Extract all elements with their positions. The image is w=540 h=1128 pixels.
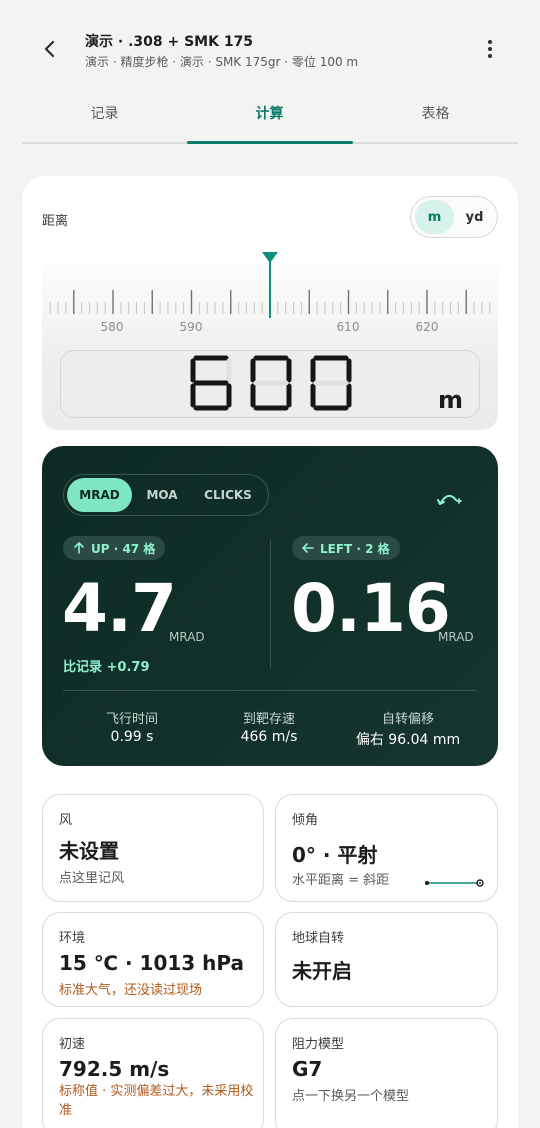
stat-value: 0.99 s bbox=[110, 729, 154, 745]
more-vert-icon[interactable] bbox=[474, 33, 506, 65]
card-label: 倾角 bbox=[292, 813, 319, 828]
divider bbox=[63, 690, 477, 691]
stat-label: 飞行时间 bbox=[105, 712, 158, 727]
distance-value-digits bbox=[190, 355, 352, 411]
card-value: 未开启 bbox=[292, 959, 352, 983]
muzzle-velocity-card[interactable]: 初速 792.5 m/s 标称值 · 实测偏差过大，未采用校准 bbox=[42, 1018, 264, 1128]
stat-flight-time: 飞行时间 0.99 s bbox=[57, 708, 207, 745]
card-hint: 标准大气，还没读过现场 bbox=[59, 983, 203, 998]
environment-card[interactable]: 环境 15 ℃ · 1013 hPa 标准大气，还没读过现场 bbox=[42, 912, 264, 1007]
windage-value: 0.16 bbox=[291, 570, 451, 647]
card-label: 环境 bbox=[59, 931, 86, 946]
tab-calculate[interactable]: 计算 bbox=[187, 84, 352, 142]
elevation-delta: 比记录 +0.79 bbox=[63, 660, 150, 675]
windage-chip-label: LEFT · 2 格 bbox=[320, 541, 390, 556]
elevation-chip-label: UP · 47 格 bbox=[91, 541, 156, 556]
ruler-label: 620 bbox=[416, 320, 439, 334]
ruler-label: 580 bbox=[101, 320, 124, 334]
wind-card[interactable]: 风 未设置 点这里记风 bbox=[42, 794, 264, 902]
mode-clicks[interactable]: CLICKS bbox=[192, 478, 264, 512]
windage-chip: LEFT · 2 格 bbox=[292, 536, 400, 560]
tab-record[interactable]: 记录 bbox=[22, 84, 187, 142]
arrow-up-icon bbox=[74, 542, 84, 554]
card-label: 阻力模型 bbox=[292, 1037, 345, 1052]
arrow-left-icon bbox=[302, 543, 314, 553]
distance-unit: m bbox=[438, 386, 464, 414]
card-value: 0° · 平射 bbox=[292, 843, 378, 867]
card-hint: 水平距离 = 斜距 bbox=[292, 873, 390, 888]
ruler-label: 610 bbox=[337, 320, 360, 334]
solution-card: MRAD MOA CLICKS UP · 47 格 4.7 MRAD 比记录 +… bbox=[42, 446, 498, 766]
app-bar: 演示 · .308 + SMK 175 演示 · 精度步枪 · 演示 · SMK… bbox=[0, 0, 540, 82]
divider bbox=[270, 540, 271, 668]
card-hint: 点一下换另一个模型 bbox=[292, 1089, 410, 1104]
card-hint: 点这里记风 bbox=[59, 871, 125, 886]
stat-velocity: 到靶存速 466 m/s bbox=[194, 708, 344, 745]
card-hint: 标称值 · 实测偏差过大，未采用校准 bbox=[59, 1084, 254, 1118]
elevation-chip: UP · 47 格 bbox=[63, 536, 166, 560]
stat-value: 466 m/s bbox=[240, 729, 298, 745]
page-title: 演示 · .308 + SMK 175 bbox=[85, 34, 254, 50]
mode-moa[interactable]: MOA bbox=[136, 478, 188, 512]
drag-model-card[interactable]: 阻力模型 G7 点一下换另一个模型 bbox=[275, 1018, 498, 1128]
stat-value: 偏右 96.04 mm bbox=[355, 732, 461, 748]
back-arrow-icon[interactable] bbox=[34, 33, 66, 65]
page-subtitle: 演示 · 精度步枪 · 演示 · SMK 175gr · 零位 100 m bbox=[85, 55, 359, 69]
card-value: 15 ℃ · 1013 hPa bbox=[59, 951, 245, 975]
tab-bar: 记录 计算 表格 bbox=[22, 84, 518, 144]
card-value: 792.5 m/s bbox=[59, 1057, 170, 1081]
elevation-unit: MRAD bbox=[169, 630, 205, 644]
distance-unit-toggle: m yd bbox=[410, 196, 498, 238]
ruler-label: 590 bbox=[180, 320, 203, 334]
elevation-value: 4.7 bbox=[62, 570, 177, 647]
stat-label: 到靶存速 bbox=[242, 712, 295, 727]
stat-spin-drift: 自转偏移 偏右 96.04 mm bbox=[333, 708, 483, 749]
incline-line-icon bbox=[425, 879, 484, 887]
distance-label: 距离 bbox=[42, 214, 69, 229]
unit-m-option[interactable]: m bbox=[415, 200, 454, 234]
distance-display[interactable] bbox=[60, 350, 480, 418]
unit-yd-option[interactable]: yd bbox=[455, 200, 494, 234]
windage-unit: MRAD bbox=[438, 630, 474, 644]
card-label: 地球自转 bbox=[292, 931, 345, 946]
angle-card[interactable]: 倾角 0° · 平射 水平距离 = 斜距 bbox=[275, 794, 498, 902]
coriolis-card[interactable]: 地球自转 未开启 bbox=[275, 912, 498, 1007]
card-label: 初速 bbox=[59, 1037, 86, 1052]
card-value: 未设置 bbox=[59, 839, 119, 863]
card-label: 风 bbox=[59, 813, 73, 828]
mode-mrad[interactable]: MRAD bbox=[67, 478, 132, 512]
tab-table[interactable]: 表格 bbox=[353, 84, 518, 142]
trajectory-curve-icon[interactable] bbox=[436, 488, 464, 512]
unit-mode-selector: MRAD MOA CLICKS bbox=[63, 474, 269, 516]
stat-label: 自转偏移 bbox=[381, 712, 434, 727]
tab-indicator bbox=[187, 141, 353, 144]
card-value: G7 bbox=[292, 1057, 323, 1081]
